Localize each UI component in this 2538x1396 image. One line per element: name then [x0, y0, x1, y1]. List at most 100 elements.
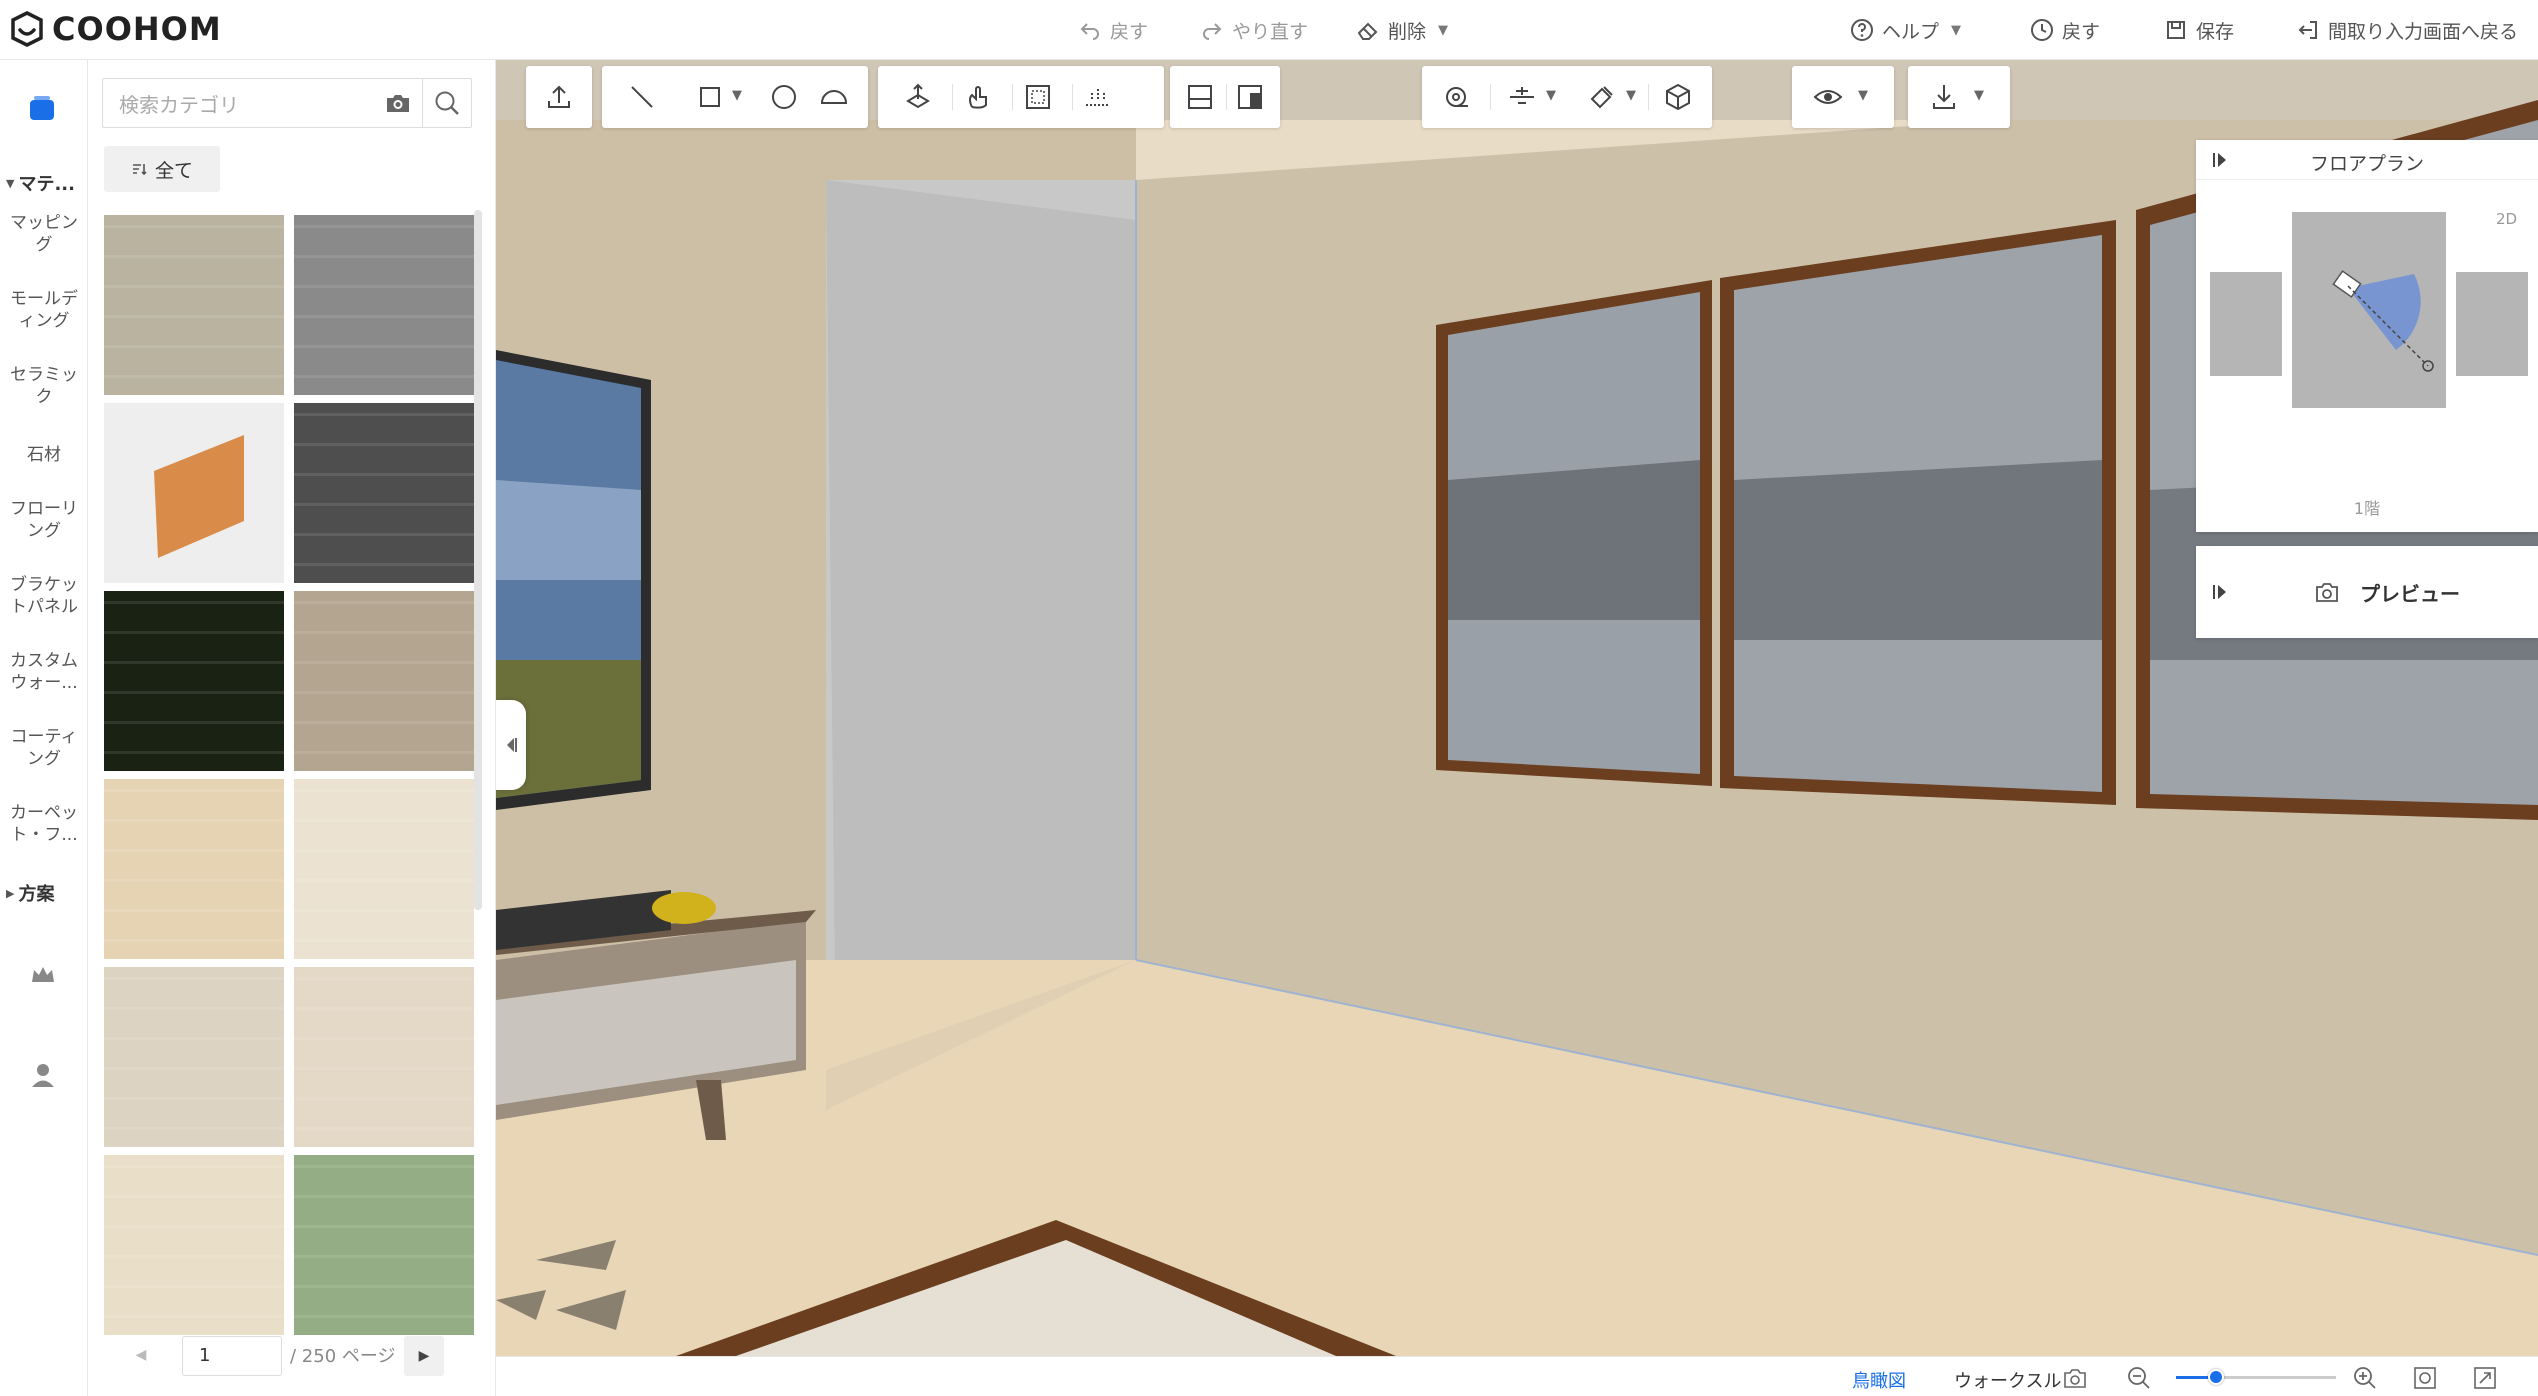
material-thumb-light-maple[interactable]	[104, 779, 284, 959]
circle-tool-button[interactable]	[768, 81, 800, 113]
material-thumb-dark-concrete[interactable]	[294, 403, 474, 583]
material-thumb-gray-fabric[interactable]	[294, 215, 474, 395]
panel-layout-button[interactable]	[1184, 81, 1216, 113]
rectangle-tool-button[interactable]	[694, 81, 726, 113]
rail-group-plan-label: 方案	[18, 884, 55, 905]
material-grid	[104, 215, 474, 1367]
save-icon	[2167, 21, 2185, 39]
undo-button[interactable]: 戻す	[1078, 14, 1148, 46]
redo-label: やり直す	[1232, 20, 1309, 43]
material-thumb-sage-green[interactable]	[294, 1155, 474, 1335]
rail-group-material[interactable]: ▼ マテ...	[0, 170, 88, 196]
rail-item-flooring[interactable]: フローリング	[0, 498, 88, 542]
material-thumb-pale-ash[interactable]	[104, 967, 284, 1147]
arc-tool-button[interactable]	[818, 81, 850, 113]
chevron-down-icon[interactable]: ▼	[1626, 88, 1636, 103]
top-header: COOHOM 戻す やり直す 削除 ▼ ヘルプ ▼ 戻す 保存 間取り入力画面へ…	[0, 0, 2538, 60]
coohom-logo-icon	[11, 11, 43, 47]
screenshot-icon[interactable]	[2062, 1365, 2088, 1391]
room-right	[2456, 272, 2528, 376]
floorplan-minimap[interactable]	[2196, 180, 2538, 490]
upload-icon	[548, 85, 570, 108]
material-thumb-dark-green[interactable]	[104, 591, 284, 771]
circle-icon	[772, 85, 796, 109]
next-page-button[interactable]: ▶	[404, 1336, 444, 1376]
zoom-fit-icon[interactable]	[2412, 1365, 2438, 1391]
material-thumb-wood-baseboard[interactable]	[104, 403, 284, 583]
material-thumb-cream-marble[interactable]	[294, 779, 474, 959]
visibility-button[interactable]	[1812, 81, 1844, 113]
chevron-down-icon[interactable]: ▼	[1546, 88, 1556, 103]
rail-item-ceramic[interactable]: セラミック	[0, 364, 88, 408]
extrude-tool-button[interactable]	[902, 81, 934, 113]
zoom-out-icon[interactable]	[2126, 1365, 2152, 1391]
help-button[interactable]: ヘルプ ▼	[1850, 14, 1961, 46]
delete-label: 削除	[1388, 20, 1427, 43]
material-library-icon[interactable]	[22, 90, 62, 130]
tape-measure-icon	[1446, 87, 1468, 107]
app-logo[interactable]: COOHOM	[8, 10, 222, 48]
search-button[interactable]	[423, 79, 471, 127]
rail-group-material-label: マテ...	[18, 174, 75, 195]
material-thumbnails	[104, 215, 474, 1335]
crown-icon[interactable]	[28, 960, 58, 990]
rail-item-custom-wall[interactable]: カスタムウォー...	[0, 650, 88, 694]
select-area-button[interactable]	[1022, 81, 1054, 113]
fullscreen-icon[interactable]	[2472, 1365, 2498, 1391]
floorplan-2d-toggle[interactable]: 2D	[2496, 210, 2517, 228]
align-tool-button[interactable]	[1506, 81, 1538, 113]
search-input[interactable]: 検索カテゴリ	[103, 89, 373, 118]
history-button[interactable]: 戻す	[2030, 14, 2100, 46]
download-button[interactable]	[1928, 81, 1960, 113]
upload-button[interactable]	[543, 81, 575, 113]
collapse-left-icon	[507, 738, 517, 752]
material-thumb-oak-plank[interactable]	[294, 591, 474, 771]
material-thumb-birch-wood[interactable]	[104, 215, 284, 395]
zoom-in-icon[interactable]	[2352, 1365, 2378, 1391]
rail-item-mapping[interactable]: マッピング	[0, 212, 88, 256]
save-button[interactable]: 保存	[2164, 14, 2234, 46]
chevron-down-icon[interactable]: ▼	[1974, 88, 1984, 103]
rail-group-plan[interactable]: ▶ 方案	[0, 880, 88, 906]
delete-button[interactable]: 削除 ▼	[1356, 14, 1448, 46]
camera-icon	[2316, 583, 2338, 602]
rail-item-carpet[interactable]: カーペット・フ...	[0, 802, 88, 846]
material-thumb-pale-birch[interactable]	[294, 967, 474, 1147]
3d-viewport[interactable]: ▼ ▼ ▼ ▼ ▼ フロアプラン 2D 1階 プレビュー	[496, 60, 2538, 1356]
tab-birds-eye-view[interactable]: 鳥瞰図	[1852, 1367, 1906, 1393]
material-thumb-beige-plaid[interactable]	[104, 1155, 284, 1335]
chevron-down-icon[interactable]: ▼	[1858, 88, 1868, 103]
split-layout-button[interactable]	[1234, 81, 1266, 113]
page-number-input[interactable]: 1	[182, 1336, 282, 1376]
cube-icon	[1666, 83, 1690, 111]
user-icon[interactable]	[28, 1060, 58, 1090]
rail-item-coating[interactable]: コーティング	[0, 726, 88, 770]
collapse-right-icon[interactable]	[2210, 582, 2230, 602]
panel-collapse-handle[interactable]	[496, 700, 526, 790]
tab-walkthrough[interactable]: ウォークスル	[1954, 1367, 2061, 1393]
back-to-floorplan-button[interactable]: 間取り入力画面へ戻る	[2296, 14, 2518, 46]
preview-panel[interactable]: プレビュー	[2196, 546, 2538, 638]
image-search-button[interactable]	[373, 79, 423, 127]
chevron-down-icon[interactable]: ▼	[732, 88, 742, 103]
zoom-slider[interactable]	[2176, 1376, 2336, 1379]
rail-item-molding[interactable]: モールディング	[0, 288, 88, 332]
filter-all-button[interactable]: 全て	[104, 146, 220, 192]
redo-button[interactable]: やり直す	[1200, 14, 1308, 46]
floor-label[interactable]: 1階	[2196, 495, 2538, 519]
rail-item-bracket-panel[interactable]: ブラケットパネル	[0, 574, 88, 618]
3d-object-button[interactable]	[1662, 81, 1694, 113]
rail-item-stone[interactable]: 石材	[0, 444, 88, 466]
offset-tool-button[interactable]	[962, 81, 994, 113]
help-label: ヘルプ	[1882, 20, 1940, 43]
line-tool-button[interactable]	[626, 81, 658, 113]
arc-icon	[820, 90, 848, 104]
zoom-slider-knob[interactable]	[2208, 1369, 2224, 1385]
line-icon	[631, 86, 653, 108]
material-brush-button[interactable]	[1586, 81, 1618, 113]
painting-1	[1436, 280, 1712, 786]
triangle-down-icon: ▼	[6, 176, 15, 190]
catalog-scrollbar[interactable]	[474, 210, 482, 910]
measure-tool-button[interactable]	[1440, 81, 1472, 113]
prev-page-button[interactable]: ◀	[126, 1340, 156, 1370]
